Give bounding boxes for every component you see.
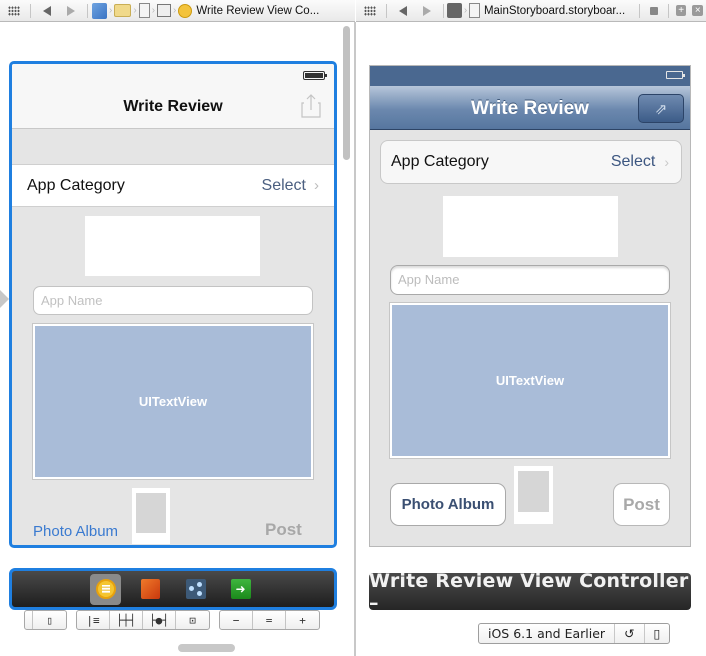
review-text-view[interactable]: UITextView <box>389 302 671 459</box>
resizing-button[interactable]: ⊡ <box>176 611 209 629</box>
back-icon[interactable] <box>43 5 51 16</box>
object-icon <box>185 579 206 599</box>
chevron-right-icon: › <box>314 177 319 194</box>
add-editor-icon[interactable]: + <box>675 5 687 16</box>
jump-bar-title[interactable]: Write Review View Co... <box>196 5 319 17</box>
zoom-actual-button[interactable]: = <box>253 611 286 629</box>
share-icon: ⇗ <box>654 100 668 118</box>
counterparts-icon[interactable] <box>447 3 462 18</box>
related-items-icon[interactable] <box>8 5 20 16</box>
chevron-right-icon: › <box>109 5 113 16</box>
zoom-out-button[interactable]: − <box>220 611 253 629</box>
horizontal-scrollbar[interactable] <box>178 644 235 652</box>
post-button[interactable]: Post <box>265 520 302 540</box>
vertical-scrollbar[interactable] <box>343 26 350 160</box>
review-text-view[interactable]: UITextView <box>32 323 314 480</box>
status-bar <box>370 66 690 86</box>
share-icon[interactable] <box>301 94 321 118</box>
app-icon-image-view[interactable] <box>85 216 260 276</box>
related-items-icon[interactable] <box>364 5 376 16</box>
navigation-bar: Write Review <box>12 64 334 129</box>
exit-icon: ➜ <box>230 579 251 599</box>
divider <box>87 3 88 18</box>
forward-icon[interactable] <box>422 5 431 16</box>
chevron-right-icon: › <box>151 5 156 16</box>
text-view-label: UITextView <box>495 373 565 388</box>
photo-thumbnail <box>514 466 553 524</box>
ios6-preview: Write Review ⇗ App Category Select › App… <box>369 65 691 547</box>
post-button[interactable]: Post <box>613 483 670 526</box>
navigation-bar: Write Review ⇗ <box>370 86 690 130</box>
right-jump-bar: › MainStoryboard.storyboar... + × <box>356 0 706 22</box>
resolve-issues-button[interactable]: ├●┤ <box>143 611 176 629</box>
lock-icon[interactable] <box>650 6 658 15</box>
divider <box>667 3 669 18</box>
nav-title: Write Review <box>123 98 223 115</box>
thumbnail-placeholder <box>136 493 166 533</box>
app-name-field[interactable]: App Name <box>33 286 313 315</box>
cell-label: App Category <box>391 153 489 170</box>
chevron-right-icon: › <box>463 5 468 16</box>
pane-divider[interactable] <box>354 22 356 656</box>
divider <box>385 3 387 18</box>
autolayout-group: |≡ ├┼┤ ├●┤ ⊡ <box>76 610 210 630</box>
battery-icon <box>303 71 327 80</box>
chevron-right-icon: › <box>664 154 669 170</box>
scene-dock: ➜ <box>9 568 337 610</box>
ios-version-selector[interactable]: iOS 6.1 and Earlier <box>479 624 616 643</box>
app-category-cell[interactable]: App Category Select › <box>380 140 682 184</box>
folder-icon[interactable] <box>114 4 132 17</box>
view-controller-icon <box>95 579 116 599</box>
segue-arrow-icon[interactable] <box>0 290 9 308</box>
dock-exit[interactable]: ➜ <box>225 574 256 605</box>
dock-view-controller[interactable] <box>90 573 121 605</box>
zoom-group: − = + <box>219 610 320 630</box>
dock-object[interactable] <box>180 574 211 605</box>
preview-options-bar: iOS 6.1 and Earlier ↺ ▯ <box>478 623 671 644</box>
cell-value: Select <box>261 176 306 194</box>
zoom-in-button[interactable]: + <box>286 611 319 629</box>
file-icon[interactable] <box>138 3 150 18</box>
project-icon[interactable] <box>92 2 107 19</box>
cell-label: App Category <box>27 176 125 194</box>
view-controller-icon <box>178 3 193 18</box>
device-form-factor-icon[interactable]: ▯ <box>645 624 670 643</box>
storyboard-file-icon <box>469 3 480 18</box>
rotate-icon[interactable]: ↺ <box>615 624 645 643</box>
chevron-right-icon: › <box>133 5 137 16</box>
ios7-scene[interactable]: Write Review App Category Select › App N… <box>9 61 337 548</box>
thumbnail-placeholder <box>518 471 549 512</box>
table-header-gap <box>12 129 334 164</box>
jump-bar-title[interactable]: MainStoryboard.storyboar... <box>484 5 625 17</box>
text-view-label: UITextView <box>138 394 208 409</box>
photo-album-button[interactable]: Photo Album <box>33 523 118 540</box>
chevron-right-icon: › <box>173 5 177 16</box>
first-responder-icon <box>141 579 160 599</box>
pin-button[interactable]: ├┼┤ <box>110 611 143 629</box>
xcode-assistant-editor: › › › › Write Review View Co... › MainSt… <box>0 0 706 656</box>
divider <box>639 3 641 18</box>
layout-toolbar: ▯ |≡ ├┼┤ ├●┤ ⊡ − = + <box>24 610 329 630</box>
storyboard-scene-icon[interactable] <box>157 4 172 17</box>
spacer <box>25 611 33 629</box>
battery-icon <box>666 71 685 79</box>
app-icon-image-view <box>443 196 618 257</box>
back-icon[interactable] <box>398 5 407 16</box>
cell-value: Select <box>610 153 656 170</box>
photo-thumbnail[interactable] <box>132 488 170 544</box>
left-jump-bar: › › › › Write Review View Co... <box>0 0 355 22</box>
app-category-cell[interactable]: App Category Select › <box>12 164 334 207</box>
divider <box>442 3 444 18</box>
divider <box>30 3 31 18</box>
align-button[interactable]: |≡ <box>77 611 110 629</box>
simulated-metrics-group: ▯ <box>24 610 67 630</box>
dock-first-responder[interactable] <box>135 574 166 605</box>
simulated-metrics-button[interactable]: ▯ <box>33 611 66 629</box>
app-name-field[interactable]: App Name <box>390 265 670 295</box>
forward-icon[interactable] <box>67 5 75 16</box>
share-button[interactable]: ⇗ <box>638 94 684 123</box>
photo-album-button[interactable]: Photo Album <box>390 483 506 526</box>
close-editor-icon[interactable]: × <box>692 5 704 16</box>
scene-title-label: Write Review View Controller – <box>369 570 691 614</box>
